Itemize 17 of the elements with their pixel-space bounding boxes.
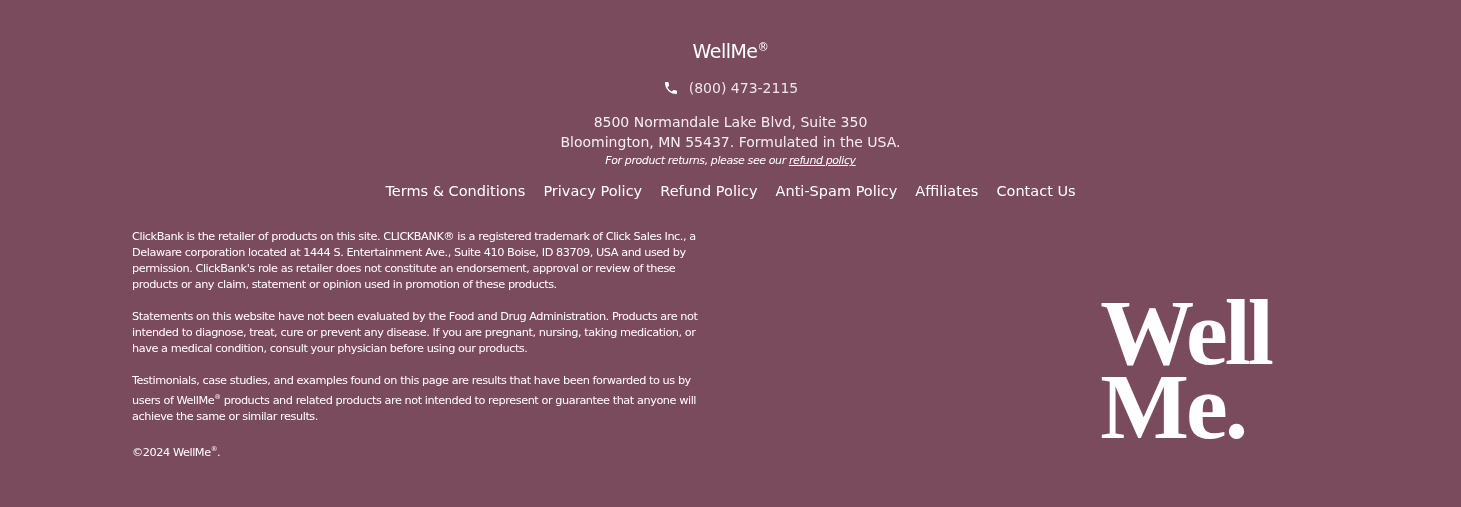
disclaimer-text: ©2024 WellMe$^{®}$. bbox=[132, 444, 222, 461]
footer-link[interactable]: Affiliates bbox=[915, 183, 979, 200]
refund-policy-link[interactable]: refund policy bbox=[788, 154, 856, 168]
phone-icon bbox=[662, 80, 679, 97]
footer-link[interactable]: Terms & Conditions bbox=[385, 183, 526, 200]
phone-number: (800) 473-2115 bbox=[688, 80, 799, 97]
disclaimer-text: ClickBank is the retailer of products on this site. CLICKBANK® is a registered trademark of Click Sales Inc., a Delaware corporation located at 1444 S. Entertainment Ave., Suite 410 Boise, ID 83709, USA and used by permission. ClickBank's role as retailer does not constitute an endorsement, approval or review of these products or any claim, statement or opinion used in promotion of these products. bbox=[132, 229, 697, 294]
disclaimer-text: Statements on this website have not been evaluated by the Food and Drug Administration. Products are not intended to diagnose, treat, cure or prevent any disease. If you are pregnant, nursing, taking medication, or have a medical condition, consult your physician before using our products. bbox=[132, 309, 699, 358]
footer-link[interactable]: Contact Us bbox=[996, 183, 1076, 200]
footer-link[interactable]: Anti-Spam Policy bbox=[775, 183, 898, 200]
disclaimer-text: Testimonials, case studies, and examples found on this page are results that have been forwarded to us by users of WellMe$^{®}$ products and related products are not intended to represent or guarantee that anyone will achieve the same or similar results. bbox=[132, 373, 698, 426]
brand-name: WellMe$^{®}$ bbox=[692, 40, 769, 63]
footer-link[interactable]: Privacy Policy bbox=[543, 183, 643, 200]
returns-note: For product returns, please see our refund policy bbox=[605, 154, 856, 168]
logo: Well Me. bbox=[1100, 294, 1271, 443]
address-text: 8500 Normandale Lake Blvd, Suite 350 Bloomington, MN 55437. Formulated in the USA. bbox=[560, 113, 901, 153]
footer-link[interactable]: Refund Policy bbox=[660, 183, 758, 200]
